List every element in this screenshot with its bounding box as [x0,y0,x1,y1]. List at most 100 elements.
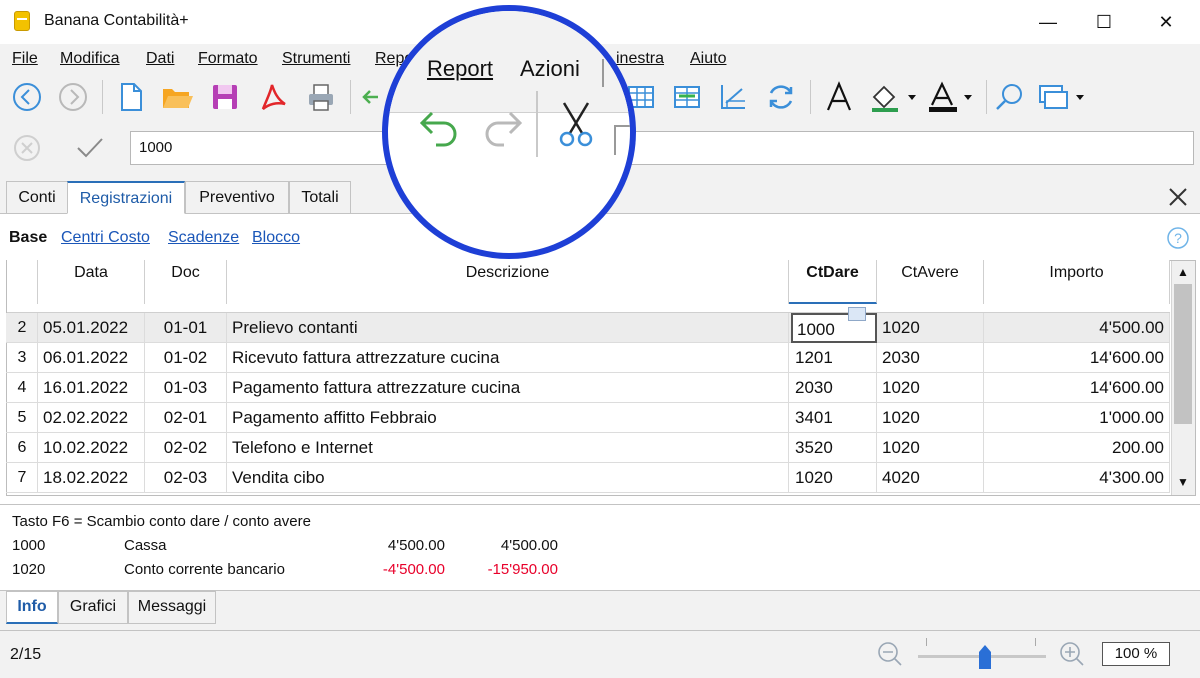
cell-ctavere[interactable]: 1020 [877,433,984,463]
cell-edit-input[interactable]: 1000 [130,131,1194,165]
zoom-in-icon[interactable] [1058,640,1086,668]
cell-doc[interactable]: 02-02 [145,433,227,463]
table-row[interactable]: 6 10.02.2022 02-02 Telefono e Internet 3… [6,433,1170,463]
cell-data[interactable]: 05.01.2022 [38,313,145,343]
tab-messaggi[interactable]: Messaggi [128,591,216,624]
cell-data[interactable]: 02.02.2022 [38,403,145,433]
table-row[interactable]: 4 16.01.2022 01-03 Pagamento fattura att… [6,373,1170,403]
save-icon[interactable] [208,80,242,114]
cell-importo[interactable]: 4'300.00 [984,463,1170,493]
maximize-button[interactable]: ☐ [1086,8,1122,36]
zoom-level[interactable]: 100 % [1102,642,1170,666]
column-header-ctavere[interactable]: CtAvere [877,260,984,304]
cell-descrizione[interactable]: Vendita cibo [227,463,789,493]
insert-rows-icon[interactable] [360,80,384,114]
cell-descrizione[interactable]: Prelievo contanti [227,313,789,343]
cell-ctavere[interactable]: 4020 [877,463,984,493]
table-row[interactable]: 5 02.02.2022 02-01 Pagamento affitto Feb… [6,403,1170,433]
minimize-button[interactable]: — [1030,8,1066,36]
cell-ctavere[interactable]: 1020 [877,373,984,403]
view-base[interactable]: Base [9,229,47,247]
cell-doc[interactable]: 02-03 [145,463,227,493]
cell-ctavere[interactable]: 2030 [877,343,984,373]
cell-data[interactable]: 18.02.2022 [38,463,145,493]
cell-descrizione[interactable]: Pagamento fattura attrezzature cucina [227,373,789,403]
cell-doc[interactable]: 01-01 [145,313,227,343]
scroll-down-icon[interactable]: ▼ [1174,474,1192,490]
cell-ctdare[interactable]: 3401 [789,403,877,433]
cell-ctdare[interactable]: 3520 [789,433,877,463]
cell-doc[interactable]: 02-01 [145,403,227,433]
text-color-icon[interactable] [926,80,980,114]
table-row[interactable]: 7 18.02.2022 02-03 Vendita cibo 1020 402… [6,463,1170,493]
chart-icon[interactable] [716,80,750,114]
column-header-doc[interactable]: Doc [145,260,227,304]
column-header-ctdare[interactable]: CtDare [789,260,877,304]
menu-strumenti[interactable]: Strumenti [282,50,350,68]
view-blocco[interactable]: Blocco [252,229,300,247]
menu-formato[interactable]: Formato [198,50,258,68]
refresh-icon[interactable] [764,80,798,114]
column-header-importo[interactable]: Importo [984,260,1170,304]
cell-importo[interactable]: 200.00 [984,433,1170,463]
close-tab-icon[interactable] [1166,185,1190,209]
tab-registrazioni[interactable]: Registrazioni [67,181,185,214]
tab-totali[interactable]: Totali [289,181,351,214]
view-scadenze[interactable]: Scadenze [168,229,239,247]
scrollbar-thumb[interactable] [1174,284,1192,424]
scroll-up-icon[interactable]: ▲ [1174,264,1192,280]
cell-ctavere[interactable]: 1020 [877,403,984,433]
search-icon[interactable] [992,80,1026,114]
redo-icon[interactable] [478,103,526,151]
tab-preventivo[interactable]: Preventivo [185,181,289,214]
zoom-slider-thumb[interactable] [978,644,992,670]
cell-data[interactable]: 06.01.2022 [38,343,145,373]
tab-grafici[interactable]: Grafici [58,591,128,624]
cell-importo[interactable]: 14'600.00 [984,373,1170,403]
cell-importo[interactable]: 14'600.00 [984,343,1170,373]
close-button[interactable]: ✕ [1148,8,1184,36]
print-icon[interactable] [304,80,338,114]
cancel-edit-icon[interactable] [12,133,42,163]
cell-importo[interactable]: 4'500.00 [984,313,1170,343]
table-columns-icon[interactable] [670,80,704,114]
cell-descrizione[interactable]: Pagamento affitto Febbraio [227,403,789,433]
cell-data[interactable]: 10.02.2022 [38,433,145,463]
new-file-icon[interactable] [114,80,148,114]
cell-ctdare[interactable]: 1201 [789,343,877,373]
cell-dropdown-icon[interactable] [848,307,866,321]
confirm-edit-icon[interactable] [74,133,106,163]
tab-conti[interactable]: Conti [6,181,68,214]
cell-descrizione[interactable]: Telefono e Internet [227,433,789,463]
cell-ctavere[interactable]: 1020 [877,313,984,343]
cell-data[interactable]: 16.01.2022 [38,373,145,403]
menu-aiuto[interactable]: Aiuto [690,50,726,68]
cut-icon[interactable] [552,99,600,149]
back-icon[interactable] [10,80,44,114]
menu-azioni[interactable]: Azioni [520,56,580,82]
menu-modifica[interactable]: Modifica [60,50,120,68]
column-header-descrizione[interactable]: Descrizione [227,260,789,304]
help-icon[interactable]: ? [1166,226,1190,250]
forward-icon[interactable] [56,80,90,114]
cell-doc[interactable]: 01-02 [145,343,227,373]
cell-ctdare[interactable]: 1020 [789,463,877,493]
menu-report[interactable]: Report [427,56,493,82]
cell-descrizione[interactable]: Ricevuto fattura attrezzature cucina [227,343,789,373]
view-centri-costo[interactable]: Centri Costo [61,229,150,247]
window-icon[interactable] [1036,80,1090,114]
cell-importo[interactable]: 1'000.00 [984,403,1170,433]
table-row[interactable]: 3 06.01.2022 01-02 Ricevuto fattura attr… [6,343,1170,373]
menu-file[interactable]: File [12,50,38,68]
cell-doc[interactable]: 01-03 [145,373,227,403]
fill-color-icon[interactable] [868,80,922,114]
tab-info[interactable]: Info [6,591,58,624]
zoom-out-icon[interactable] [876,640,904,668]
undo-icon[interactable] [416,103,464,151]
open-folder-icon[interactable] [160,80,194,114]
column-header-data[interactable]: Data [38,260,145,304]
pdf-icon[interactable] [256,80,290,114]
cell-ctdare[interactable]: 2030 [789,373,877,403]
font-icon[interactable] [822,80,856,114]
table-row[interactable]: 2 05.01.2022 01-01 Prelievo contanti 100… [6,313,1170,343]
